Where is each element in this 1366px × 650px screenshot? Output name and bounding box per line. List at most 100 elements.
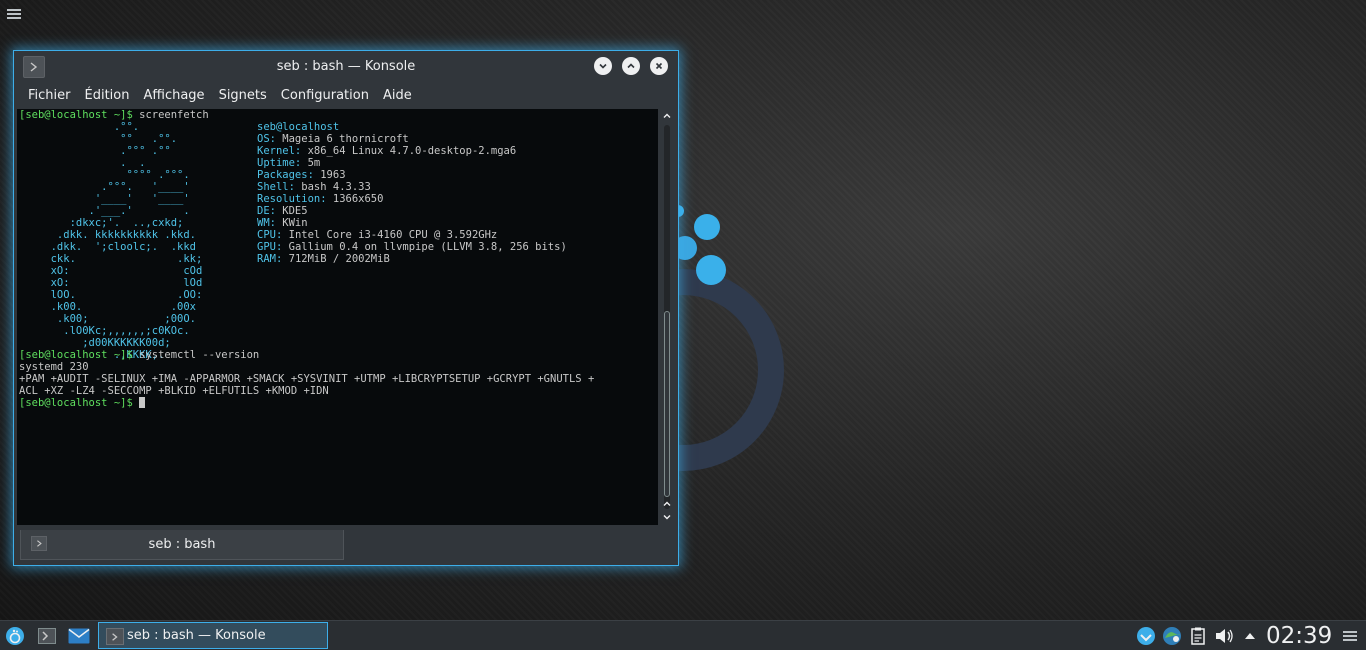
info-value: 1366x650 [326, 193, 384, 205]
chevron-up-icon [627, 63, 635, 69]
info-key: Shell: [257, 181, 295, 193]
ascii-logo-line: :dkxc;'. ..,cxkd; [19, 217, 184, 229]
scroll-up-icon[interactable] [662, 111, 672, 121]
mageia-launcher-icon [6, 627, 24, 645]
menu-bar: Fichier Édition Affichage Signets Config… [14, 83, 678, 109]
info-value: 1963 [313, 169, 346, 181]
digital-clock[interactable]: 02:39 [1266, 622, 1332, 650]
info-value: Intel Core i3-4160 CPU @ 3.592GHz [282, 229, 498, 241]
system-info-line: OS: Mageia 6 thornicroft [257, 133, 409, 145]
system-info-line: Kernel: x86_64 Linux 4.7.0-desktop-2.mga… [257, 145, 516, 157]
ascii-logo-line: .°°. [19, 121, 140, 133]
window-title: seb : bash — Konsole [276, 59, 416, 74]
menu-aide[interactable]: Aide [376, 83, 419, 109]
ascii-logo-line: .dkk. kkkkkkkkkk .kkd. [19, 229, 197, 241]
info-value: Mageia 6 thornicroft [275, 133, 409, 145]
task-konsole[interactable]: seb : bash — Konsole [98, 622, 328, 649]
envelope-icon [68, 628, 90, 644]
ascii-logo-line: xO: cOd [19, 265, 203, 277]
close-button[interactable] [650, 57, 668, 75]
info-key: WM: [257, 217, 276, 229]
system-info-line: Uptime: 5m [257, 157, 320, 169]
info-value: 5m [301, 157, 321, 169]
terminal-icon [38, 628, 56, 644]
ascii-logo-line: .dkk. ';cloolc;. .kkd [19, 241, 197, 253]
scroll-down-icon[interactable] [662, 512, 672, 522]
ascii-logo-line: '____' '____' [19, 193, 190, 205]
ascii-logo-line: . . [19, 157, 146, 169]
update-notifier-icon[interactable] [1136, 626, 1156, 646]
system-info-line: RAM: 712MiB / 2002MiB [257, 253, 390, 265]
ascii-logo-line: .'___.' . [19, 205, 190, 217]
ascii-logo-line: .lO0Kc;,,,,,,;c0KOc. [19, 325, 190, 337]
output-line: +PAM +AUDIT -SELINUX +IMA -APPARMOR +SMA… [19, 373, 595, 385]
clipboard-icon[interactable] [1188, 626, 1208, 646]
info-value: x86_64 Linux 4.7.0-desktop-2.mga6 [301, 145, 517, 157]
text-cursor [139, 397, 146, 408]
title-bar[interactable]: seb : bash — Konsole [14, 51, 678, 83]
shell-prompt: [seb@localhost ~]$ [19, 397, 133, 409]
system-info-line: CPU: Intel Core i3-4160 CPU @ 3.592GHz [257, 229, 497, 241]
ascii-logo-line: ;d00KKKKKK00d; [19, 337, 171, 349]
scroll-up-icon[interactable] [662, 499, 672, 509]
shell-prompt: [seb@localhost ~]$ [19, 349, 133, 361]
taskbar: seb : bash — Konsole 02:39 [0, 620, 1366, 650]
panel-menu-icon[interactable] [1340, 626, 1360, 646]
menu-fichier[interactable]: Fichier [21, 83, 78, 109]
ascii-logo-line: .k00; ;00O. [19, 313, 197, 325]
terminal-icon [106, 628, 124, 645]
ascii-logo-line: °° .°°. [19, 133, 178, 145]
tab-seb-bash[interactable]: seb : bash [20, 530, 344, 560]
shell-prompt: [seb@localhost ~]$ [19, 109, 133, 121]
terminal-line-command: [seb@localhost ~]$ systemctl --version [19, 349, 259, 361]
terminal-view[interactable]: [seb@localhost ~]$ screenfetch .°°. °° .… [17, 109, 658, 525]
tab-bar: seb : bash [14, 527, 678, 565]
konsole-window: seb : bash — Konsole Fichier Édition Aff… [13, 50, 679, 566]
scroll-thumb[interactable] [664, 311, 670, 497]
info-key: Uptime: [257, 157, 302, 169]
system-info-line: WM: KWin [257, 217, 308, 229]
menu-signets[interactable]: Signets [212, 83, 274, 109]
network-icon[interactable] [1162, 626, 1182, 646]
command-text: screenfetch [132, 109, 209, 121]
application-launcher[interactable] [4, 625, 26, 647]
system-info-line: Packages: 1963 [257, 169, 346, 181]
ascii-logo-line: .°°°. '____' [19, 181, 190, 193]
close-icon [655, 62, 663, 70]
info-user: seb@localhost [257, 121, 340, 133]
ascii-logo-line: .°°° .°° [19, 145, 171, 157]
terminal-scrollbar[interactable] [660, 109, 674, 525]
ascii-logo-line: .k00. .00x [19, 301, 197, 313]
info-key: Resolution: [257, 193, 327, 205]
info-value: KDE5 [275, 205, 308, 217]
info-key: Packages: [257, 169, 314, 181]
info-value: KWin [275, 217, 308, 229]
system-info-line: Resolution: 1366x650 [257, 193, 383, 205]
system-info-line: GPU: Gallium 0.4 on llvmpipe (LLVM 3.8, … [257, 241, 567, 253]
tray-expand-icon[interactable] [1240, 626, 1260, 646]
system-info-line: DE: KDE5 [257, 205, 308, 217]
volume-icon[interactable] [1214, 626, 1234, 646]
menu-edition[interactable]: Édition [78, 83, 137, 109]
terminal-line-prompt: [seb@localhost ~]$ [19, 397, 146, 409]
desktop-menu-icon[interactable] [4, 4, 24, 24]
mail-launcher[interactable] [68, 625, 90, 647]
menu-affichage[interactable]: Affichage [136, 83, 211, 109]
info-value: Gallium 0.4 on llvmpipe (LLVM 3.8, 256 b… [282, 241, 567, 253]
chevron-down-icon [599, 63, 607, 69]
tab-label: seb : bash [148, 537, 216, 552]
ascii-logo-line: xO: lOd [19, 277, 203, 289]
info-key: Kernel: [257, 145, 302, 157]
minimize-button[interactable] [594, 57, 612, 75]
konsole-launcher[interactable] [36, 625, 58, 647]
system-info-line: Shell: bash 4.3.33 [257, 181, 371, 193]
ascii-logo-line: lOO. .OO: [19, 289, 203, 301]
command-text: systemctl --version [132, 349, 260, 361]
ascii-logo-line: ckk. .kk; [19, 253, 203, 265]
maximize-button[interactable] [622, 57, 640, 75]
info-key: RAM: [257, 253, 283, 265]
ascii-logo-line: °°°° .°°°. [19, 169, 190, 181]
task-label: seb : bash — Konsole [127, 628, 266, 643]
info-key: GPU: [257, 241, 283, 253]
menu-configuration[interactable]: Configuration [274, 83, 376, 109]
